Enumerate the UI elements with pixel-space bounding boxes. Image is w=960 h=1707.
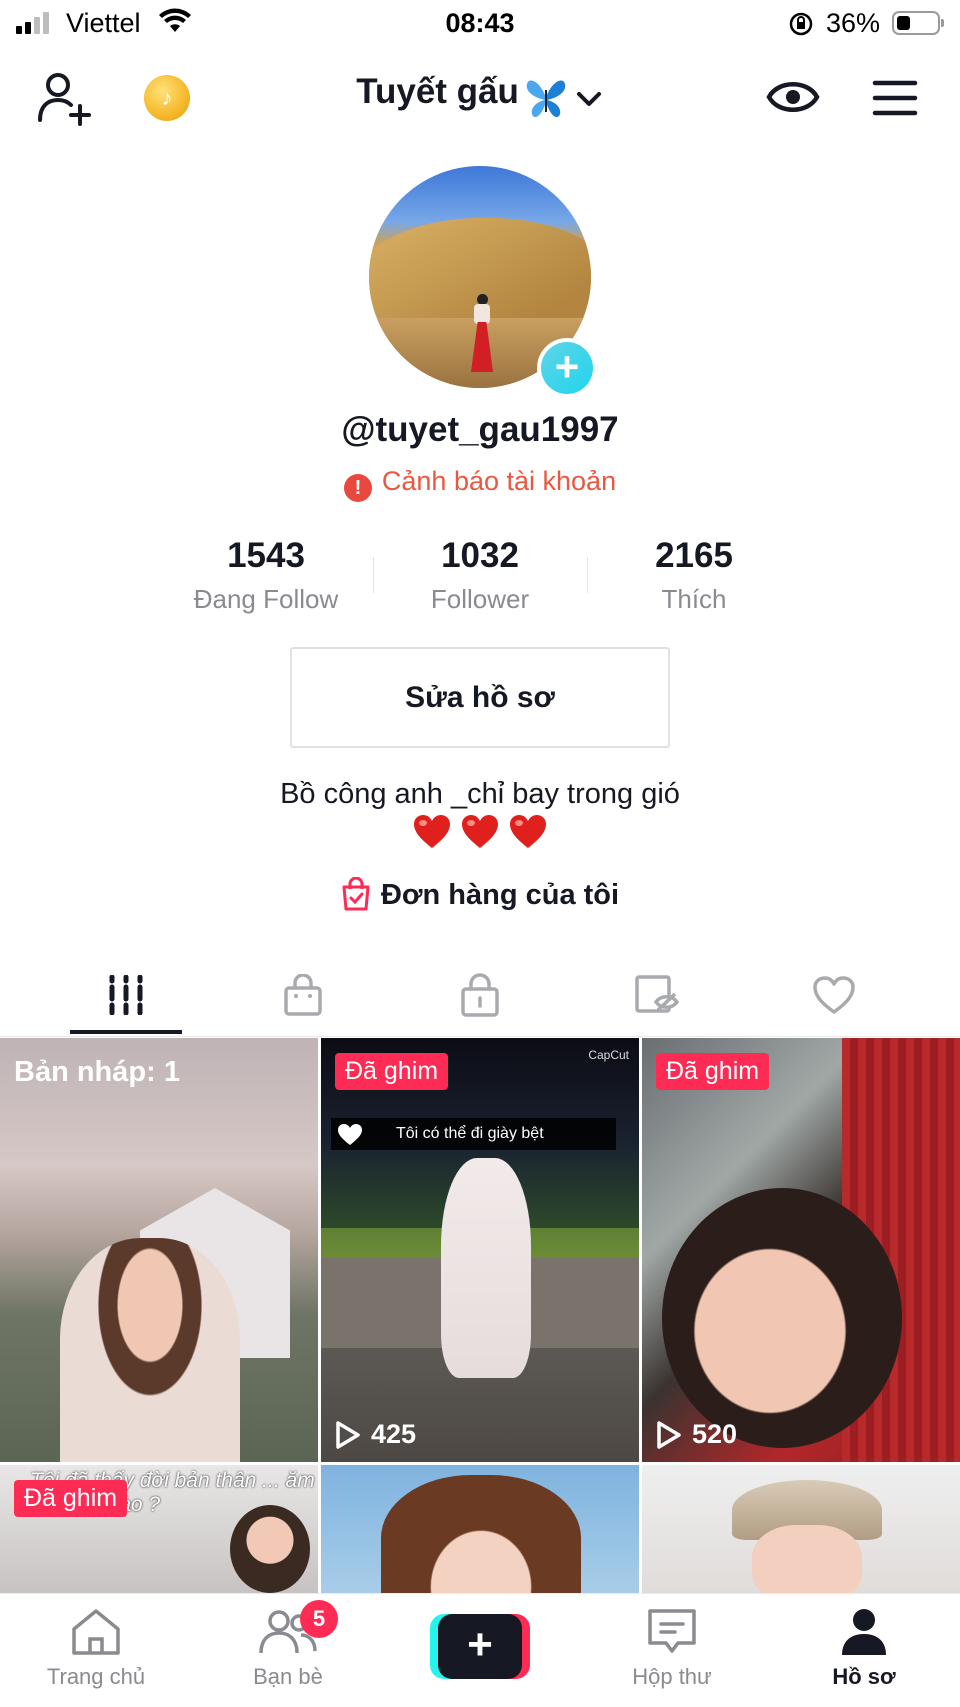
account-warning-link[interactable]: ! Cảnh báo tài khoản — [0, 466, 960, 502]
tab-private[interactable] — [424, 960, 536, 1030]
status-bar: Viettel 08:43 36% — [0, 0, 960, 50]
pinned-badge: Đã ghim — [335, 1053, 449, 1090]
tab-shop[interactable] — [247, 960, 359, 1030]
view-count: 425 — [335, 1419, 416, 1450]
nav-inbox[interactable]: Hộp thư — [592, 1607, 752, 1690]
username: @tuyet_gau1997 — [341, 410, 619, 449]
nav-friends[interactable]: Bạn bè — [208, 1607, 368, 1690]
plus-icon: + — [541, 342, 593, 394]
play-icon — [657, 1420, 681, 1449]
create-video-button[interactable]: + — [430, 1614, 530, 1679]
red-heart-icon — [462, 815, 498, 848]
following-label: Đang Follow — [193, 584, 339, 614]
tab-videos[interactable] — [70, 960, 182, 1030]
red-heart-icon — [413, 815, 450, 848]
view-count: 520 — [656, 1419, 737, 1450]
capcut-watermark: CapCut — [588, 1048, 629, 1062]
add-avatar-button[interactable]: + — [537, 338, 597, 398]
eye-icon[interactable] — [766, 74, 820, 120]
inbox-icon — [648, 1609, 696, 1653]
video-tile-pinned-1[interactable]: CapCut Tôi có thể đi giày bệt Đã ghim 42… — [321, 1038, 639, 1462]
video-tile-pinned-3[interactable]: Tôi đã thấy đời bản thân ... ăm như thế … — [0, 1465, 318, 1593]
likes-count: 2165 — [655, 536, 733, 575]
profile-bio: Bồ công anh _chỉ bay trong gió — [280, 778, 680, 810]
account-warning-text: Cảnh báo tài khoản — [381, 466, 617, 496]
stat-divider — [587, 557, 588, 593]
video-caption: Tôi có thể đi giày bệt — [331, 1118, 616, 1150]
likes-label: Thích — [661, 584, 727, 614]
draft-label: Bản nháp: 1 — [14, 1056, 180, 1088]
nav-profile[interactable]: Hồ sơ — [784, 1607, 944, 1690]
profile-display-name: Tuyết gấu — [356, 72, 519, 111]
clock: 08:43 — [445, 8, 515, 38]
chevron-down-icon[interactable] — [574, 84, 604, 114]
nav-profile-label: Hồ sơ — [832, 1664, 896, 1689]
edit-profile-button[interactable]: Sửa hồ sơ — [290, 647, 670, 748]
profile-icon — [842, 1609, 886, 1655]
grid-icon — [109, 975, 143, 1015]
likes-stat[interactable]: 2165 Thích — [594, 536, 794, 615]
white-heart-icon — [338, 1124, 362, 1145]
shop-bag-icon — [284, 974, 322, 1016]
my-orders-link[interactable]: Đơn hàng của tôi — [0, 876, 960, 912]
alert-icon: ! — [343, 474, 372, 502]
shopping-bag-icon — [342, 876, 370, 911]
rotation-lock-icon — [789, 12, 813, 36]
menu-icon[interactable] — [872, 78, 918, 118]
play-icon — [336, 1420, 360, 1449]
tab-hidden[interactable] — [601, 960, 713, 1030]
heart-outline-icon — [813, 976, 855, 1014]
create-plus-icon: + — [438, 1614, 522, 1679]
tab-liked[interactable] — [778, 960, 890, 1030]
bio-hearts — [0, 814, 960, 855]
tab-divider — [0, 1036, 960, 1037]
nav-home[interactable]: Trang chủ — [16, 1607, 176, 1690]
nav-friends-label: Bạn bè — [253, 1664, 323, 1689]
battery-percent: 36% — [826, 8, 881, 38]
red-heart-icon — [510, 815, 547, 848]
battery-icon — [892, 11, 944, 35]
pinned-badge: Đã ghim — [656, 1053, 770, 1090]
followers-label: Follower — [430, 584, 530, 614]
home-icon — [72, 1609, 120, 1655]
lock-icon — [461, 973, 499, 1017]
nav-inbox-label: Hộp thư — [632, 1664, 712, 1689]
my-orders-text: Đơn hàng của tôi — [380, 879, 620, 911]
butterfly-icon — [527, 80, 566, 117]
notification-badge: 5 — [300, 1600, 338, 1638]
video-tile-draft[interactable]: Bản nháp: 1 — [0, 1038, 318, 1462]
following-stat[interactable]: 1543 Đang Follow — [166, 536, 366, 615]
video-tile-6[interactable] — [642, 1465, 960, 1593]
active-tab-indicator — [70, 1030, 182, 1034]
video-tile-5[interactable] — [321, 1465, 639, 1593]
following-count: 1543 — [227, 536, 305, 575]
hidden-tag-icon — [635, 975, 680, 1013]
stat-divider — [373, 557, 374, 593]
followers-count: 1032 — [441, 536, 519, 575]
pinned-badge: Đã ghim — [14, 1480, 128, 1517]
followers-stat[interactable]: 1032 Follower — [380, 536, 580, 615]
video-tile-pinned-2[interactable]: Đã ghim 520 — [642, 1038, 960, 1462]
nav-home-label: Trang chủ — [46, 1664, 146, 1689]
